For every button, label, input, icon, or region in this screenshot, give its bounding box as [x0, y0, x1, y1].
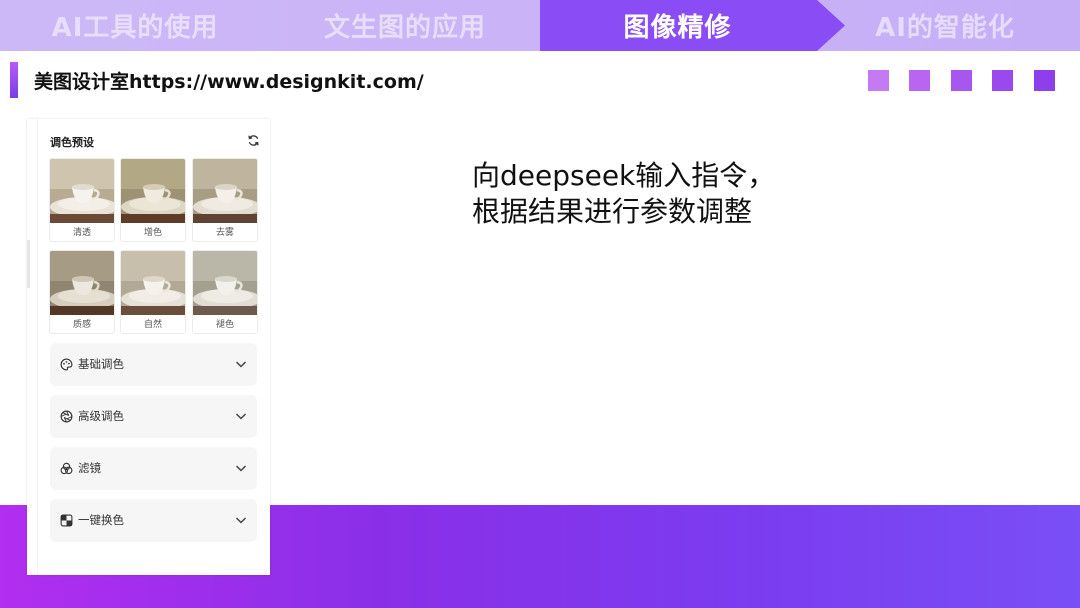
- preset-title: 调色预设: [50, 136, 94, 149]
- chevron-down-icon: [235, 413, 247, 420]
- coffee-cup-photo: [121, 251, 185, 315]
- page-title: 美图设计室https://www.designkit.com/: [34, 70, 424, 93]
- decor-square: [1034, 70, 1055, 91]
- tab-text-to-image[interactable]: 文生图的应用: [270, 0, 540, 51]
- decor-square: [951, 70, 972, 91]
- section-filter[interactable]: 滤镜: [50, 447, 257, 490]
- decor-square: [909, 70, 930, 91]
- coffee-cup-photo: [50, 159, 114, 223]
- preset-thumb[interactable]: 增色: [120, 158, 186, 242]
- filter-icon: [60, 462, 73, 475]
- title-accent-bar: [10, 62, 18, 98]
- section-label: 基础调色: [78, 357, 124, 371]
- section-label: 一键换色: [78, 513, 124, 527]
- refresh-icon[interactable]: [247, 134, 260, 147]
- coffee-cup-photo: [193, 251, 257, 315]
- color-swap-icon: [60, 514, 73, 527]
- tab-ai-intelligence[interactable]: AI的智能化: [810, 0, 1080, 51]
- panel-edge-handle: [27, 240, 30, 288]
- preset-label: 自然: [143, 320, 162, 330]
- preset-label: 清透: [72, 228, 91, 238]
- coffee-cup-photo: [50, 251, 114, 315]
- tab-ai-tools[interactable]: AI工具的使用: [0, 0, 270, 51]
- palette-icon: [60, 358, 73, 371]
- top-nav: AI工具的使用 文生图的应用 图像精修 AI的智能化: [0, 0, 1080, 51]
- decor-square: [868, 70, 889, 91]
- coffee-cup-photo: [121, 159, 185, 223]
- preset-thumb[interactable]: 自然: [120, 250, 186, 334]
- preset-header: 调色预设: [50, 134, 260, 152]
- section-color-swap[interactable]: 一键换色: [50, 499, 257, 542]
- chevron-down-icon: [235, 465, 247, 472]
- section-label: 滤镜: [78, 461, 101, 475]
- aperture-icon: [60, 410, 73, 423]
- tab-image-retouch[interactable]: 图像精修: [540, 0, 845, 51]
- preset-label: 质感: [72, 320, 91, 330]
- section-basic-color[interactable]: 基础调色: [50, 343, 257, 386]
- panel-divider: [37, 119, 38, 575]
- section-advanced-color[interactable]: 高级调色: [50, 395, 257, 438]
- instruction-text: 向deepseek输入指令， 根据结果进行参数调整: [472, 158, 892, 230]
- preset-label: 增色: [143, 228, 162, 238]
- chevron-down-icon: [235, 361, 247, 368]
- decor-square: [992, 70, 1013, 91]
- preset-label: 褪色: [215, 320, 234, 330]
- coffee-cup-photo: [193, 159, 257, 223]
- preset-thumb[interactable]: 褪色: [192, 250, 258, 334]
- preset-thumb[interactable]: 去雾: [192, 158, 258, 242]
- instruction-line-2: 根据结果进行参数调整: [472, 195, 753, 228]
- instruction-line-1: 向deepseek输入指令，: [472, 159, 776, 192]
- preset-thumb[interactable]: 质感: [49, 250, 115, 334]
- preset-label: 去雾: [215, 228, 234, 238]
- chevron-down-icon: [235, 517, 247, 524]
- section-label: 高级调色: [78, 409, 124, 423]
- preset-thumb[interactable]: 清透: [49, 158, 115, 242]
